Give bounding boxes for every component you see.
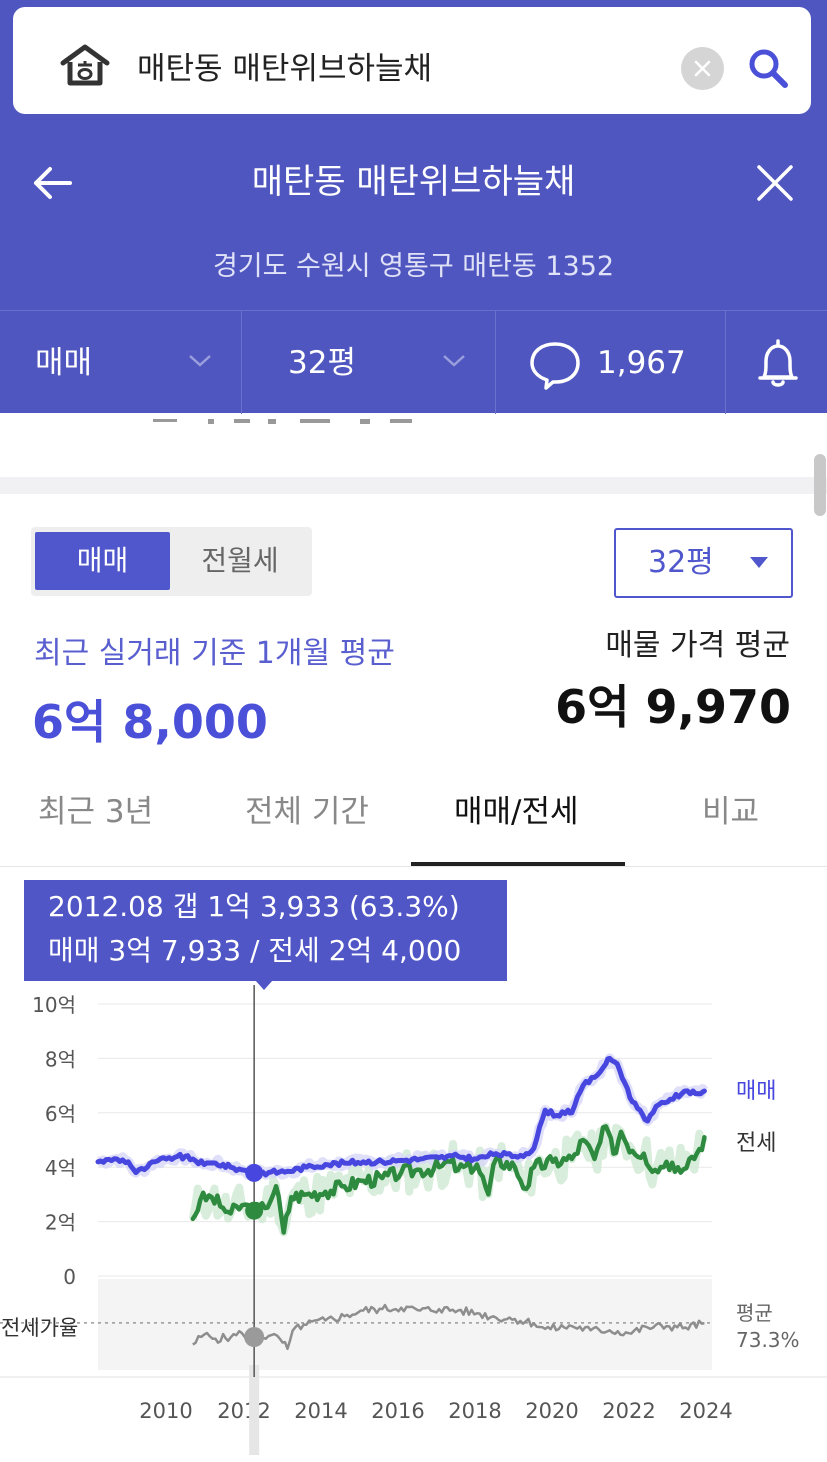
app-screen: 매탄동 매탄위브하늘채 매탄동 매탄위브하늘채 경기도 수원시 영통구 매탄동 … bbox=[0, 0, 827, 1462]
page-title: 매탄동 매탄위브하늘채 bbox=[251, 162, 576, 202]
x-tick-label: 2020 bbox=[525, 1399, 578, 1423]
trade-segment-control: 매매 전월세 bbox=[31, 527, 312, 596]
chevron-down-icon bbox=[189, 355, 211, 367]
chevron-down-icon bbox=[443, 355, 465, 367]
jeonse-series-label: 전세 bbox=[736, 1131, 776, 1156]
close-icon bbox=[757, 165, 793, 201]
tab-divider bbox=[0, 866, 827, 867]
y-tick-label: 8억 bbox=[45, 1047, 76, 1071]
address-text: 경기도 수원시 영통구 매탄동 1352 bbox=[212, 251, 615, 282]
selected-sale-point bbox=[245, 1163, 264, 1182]
size-select[interactable]: 32평 bbox=[288, 343, 356, 383]
x-tick-label: 2014 bbox=[294, 1399, 347, 1423]
y-tick-label: 6억 bbox=[45, 1102, 76, 1126]
recent-trade-label: 최근 실거래 기준 1개월 평균 bbox=[34, 636, 395, 671]
trade-type-select[interactable]: 매매 bbox=[35, 343, 92, 383]
y-tick-label: 4억 bbox=[45, 1156, 76, 1180]
ratio-average-value: 73.3% bbox=[736, 1328, 800, 1352]
tooltip-price-line: 매매 3억 7,933 / 전세 2억 4,000 bbox=[48, 934, 462, 967]
x-tick-label: 2024 bbox=[679, 1399, 732, 1423]
tab-compare[interactable]: 비교 bbox=[702, 790, 759, 834]
search-button[interactable] bbox=[745, 45, 791, 91]
listing-price-label: 매물 가격 평균 bbox=[605, 628, 790, 663]
size-dropdown-value: 32평 bbox=[648, 545, 714, 580]
close-icon bbox=[694, 60, 711, 77]
tooltip-gap-line: 2012.08 갭 1억 3,933 (63.3%) bbox=[48, 890, 460, 923]
segment-sale[interactable]: 매매 bbox=[35, 532, 170, 590]
notification-button[interactable] bbox=[752, 337, 804, 391]
y-tick-label: 10억 bbox=[32, 993, 76, 1017]
caret-down-icon bbox=[750, 557, 768, 568]
price-chart[interactable]: 10억 8억 6억 4억 2억 0 전세가율 평균 73.3% 2010 2012 2014 2016 2… bbox=[0, 985, 827, 1455]
comment-count[interactable]: 1,967 bbox=[597, 343, 686, 383]
segment-rent[interactable]: 전월세 bbox=[172, 532, 308, 590]
ratio-panel-background bbox=[98, 1279, 712, 1370]
search-input[interactable]: 매탄동 매탄위브하늘채 bbox=[137, 47, 432, 91]
filter-bar: 매매 32평 1,967 bbox=[0, 310, 827, 414]
divider bbox=[241, 311, 242, 414]
header: 매탄동 매탄위브하늘채 매탄동 매탄위브하늘채 경기도 수원시 영통구 매탄동 … bbox=[0, 0, 827, 414]
x-tick-label: 2012 bbox=[217, 1399, 270, 1423]
tab-recent-3-years[interactable]: 최근 3년 bbox=[38, 790, 153, 834]
section-divider bbox=[0, 477, 827, 494]
x-tick-label: 2022 bbox=[602, 1399, 655, 1423]
clear-search-button[interactable] bbox=[681, 47, 724, 90]
search-bar[interactable]: 매탄동 매탄위브하늘채 bbox=[13, 7, 811, 114]
x-tick-label: 2010 bbox=[139, 1399, 192, 1423]
scrollbar-thumb[interactable] bbox=[814, 454, 826, 516]
y-tick-label: 2억 bbox=[45, 1211, 76, 1235]
chart-tooltip: 2012.08 갭 1억 3,933 (63.3%) 매매 3억 7,933 /… bbox=[24, 880, 507, 981]
close-button[interactable] bbox=[752, 160, 798, 206]
ratio-average-label: 평균 bbox=[736, 1301, 773, 1325]
listing-price-value: 6억 9,970 bbox=[555, 680, 791, 734]
selected-date-track bbox=[249, 1365, 260, 1455]
x-tick-label: 2016 bbox=[371, 1399, 424, 1423]
scrolled-content-fragment bbox=[153, 419, 412, 424]
search-icon bbox=[749, 49, 788, 88]
y-tick-label: 0 bbox=[63, 1265, 76, 1289]
selected-jeonse-point bbox=[245, 1201, 264, 1220]
sale-series-label: 매매 bbox=[736, 1079, 776, 1104]
ratio-axis-label: 전세가율 bbox=[1, 1316, 78, 1340]
divider bbox=[495, 311, 496, 414]
comment-icon[interactable] bbox=[528, 339, 582, 391]
recent-trade-price: 6억 8,000 bbox=[32, 695, 268, 749]
selected-ratio-point bbox=[244, 1326, 265, 1347]
tab-all-period[interactable]: 전체 기간 bbox=[245, 790, 369, 834]
x-tick-label: 2018 bbox=[448, 1399, 501, 1423]
home-logo-icon bbox=[60, 44, 110, 86]
divider bbox=[725, 311, 726, 414]
tab-sale-jeonse[interactable]: 매매/전세 bbox=[454, 790, 579, 834]
size-dropdown[interactable]: 32평 bbox=[614, 528, 793, 598]
bell-icon bbox=[758, 339, 798, 387]
